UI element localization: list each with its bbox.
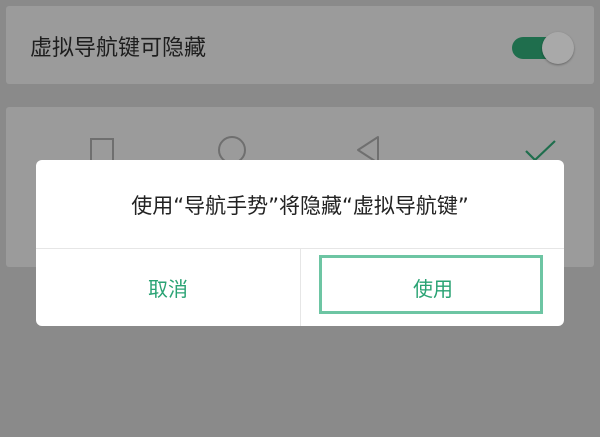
cancel-button[interactable]: 取消 [36,249,300,326]
confirm-dialog: 使用“导航手势”将隐藏“虚拟导航键” 取消 使用 [36,160,564,326]
toggle-knob [542,32,574,64]
setting-label: 虚拟导航键可隐藏 [30,36,207,61]
nav-keys-toggle[interactable] [512,32,576,64]
use-button[interactable]: 使用 [301,249,564,326]
dialog-message: 使用“导航手势”将隐藏“虚拟导航键” [131,194,469,218]
setting-row-hide-nav-keys[interactable]: 虚拟导航键可隐藏 [6,6,594,84]
